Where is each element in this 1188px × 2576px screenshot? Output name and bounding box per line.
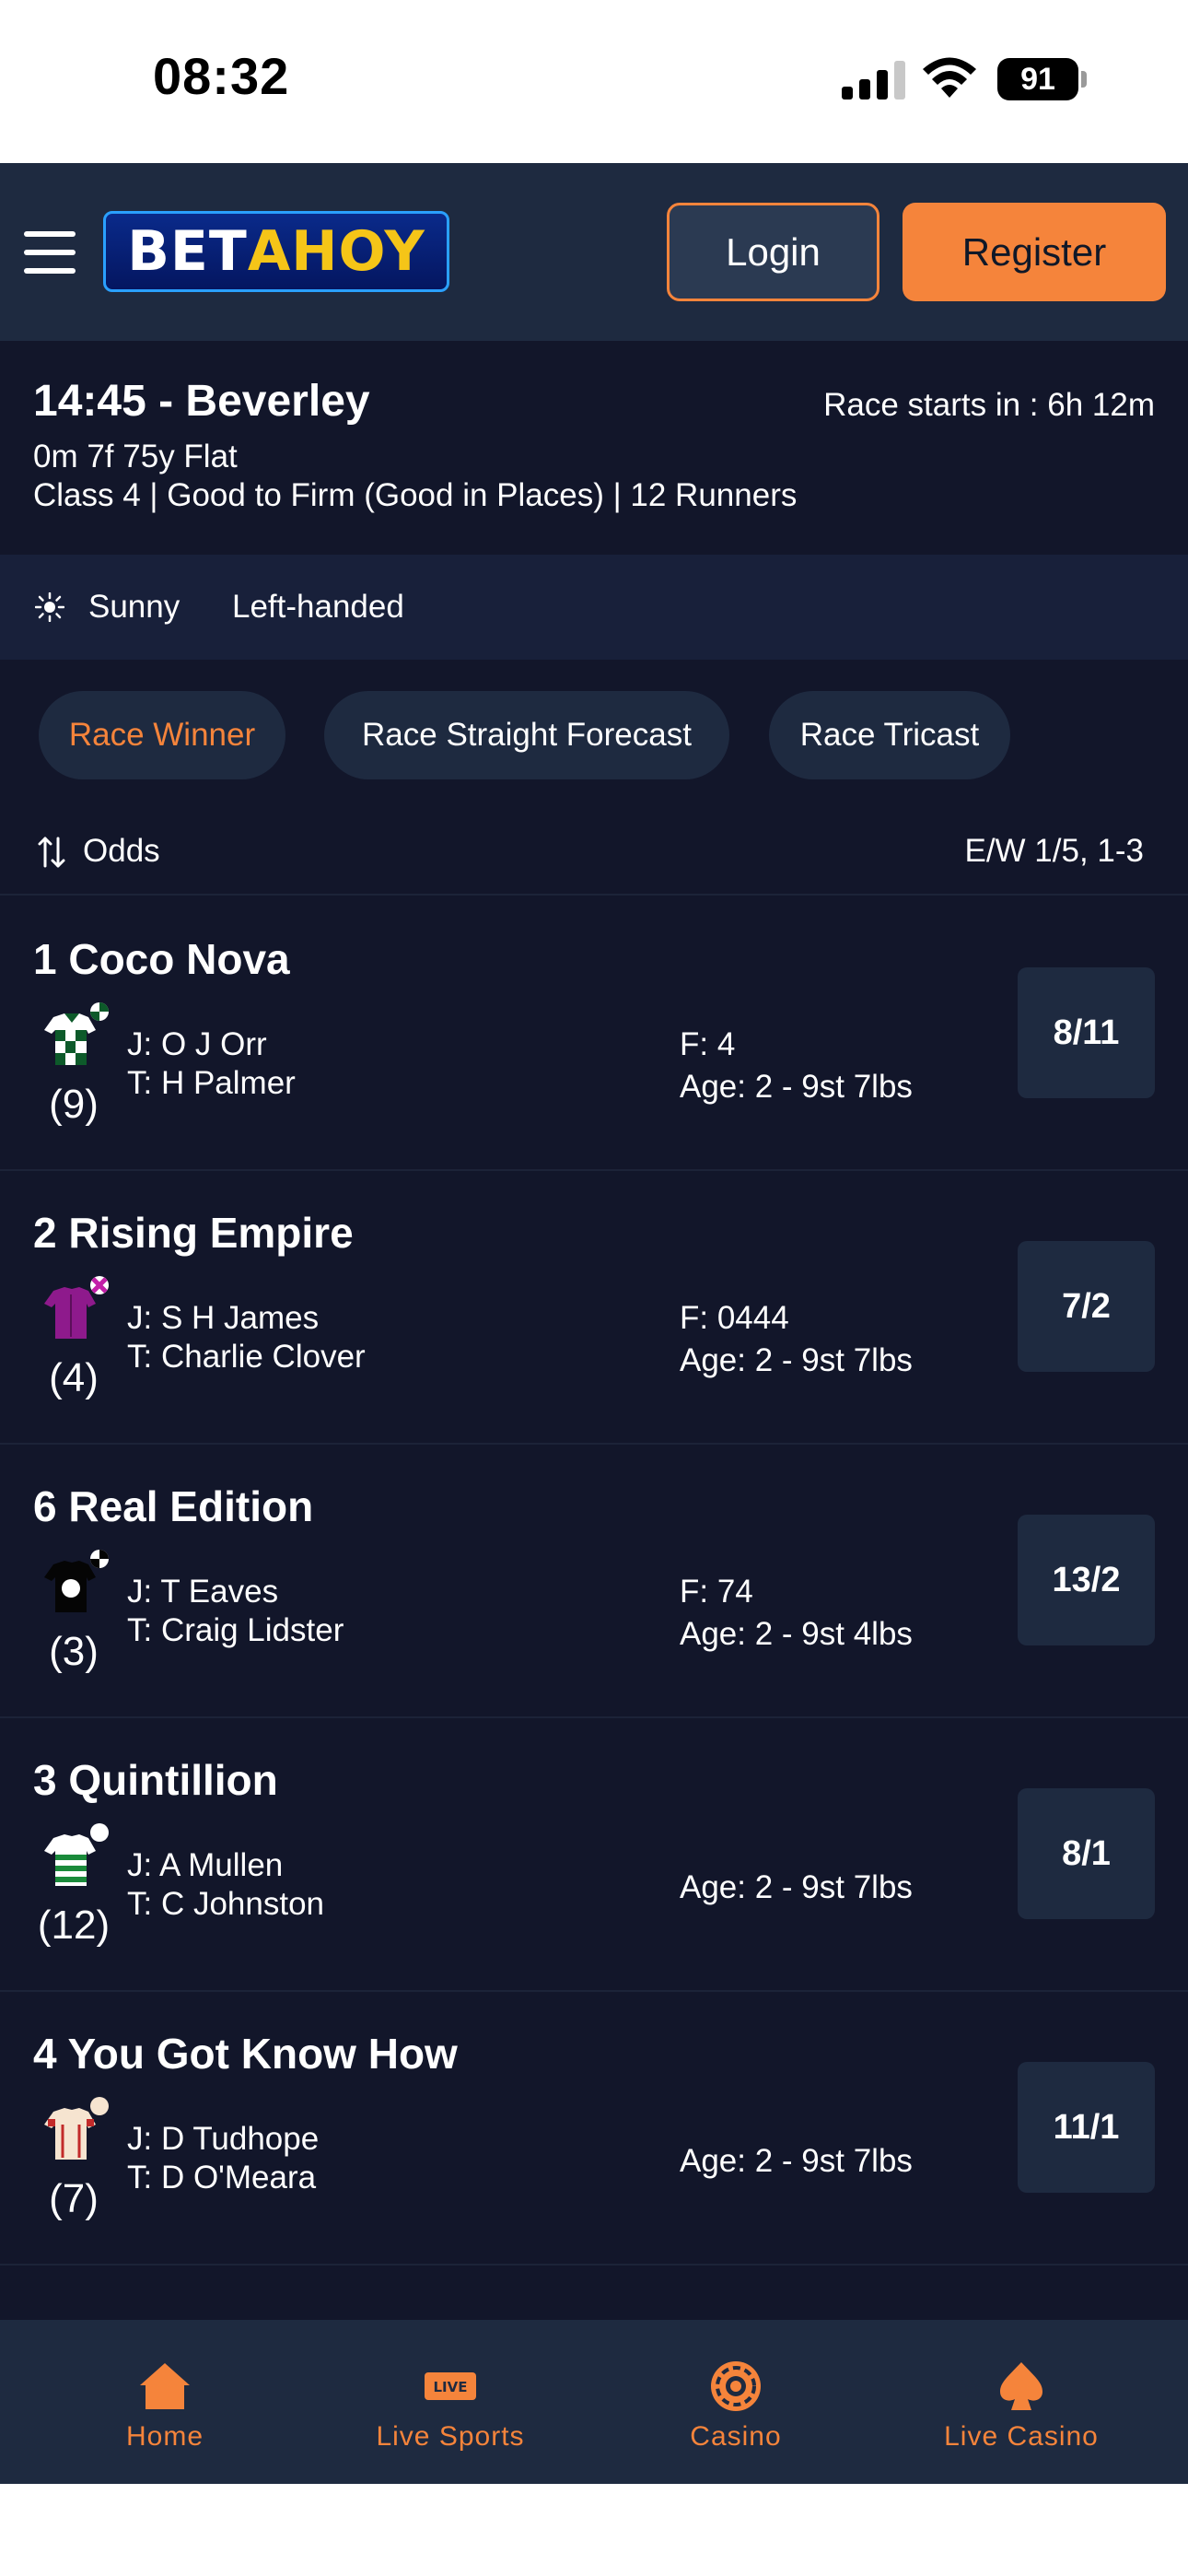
jockey-silk-icon [44, 1276, 109, 1339]
runner-row: 3 Quintillion (12) J: A Mullen T: C John… [0, 1718, 1188, 1992]
market-tabs: Race Winner Race Straight Forecast Race … [0, 660, 1188, 807]
wifi-icon [923, 57, 976, 98]
runner-age-weight: Age: 2 - 9st 7lbs [680, 1869, 913, 1905]
race-distance: 0m 7f 75y Flat [33, 439, 238, 474]
odds-button[interactable]: 8/11 [1018, 967, 1155, 1098]
jockey-silk-icon [44, 1002, 109, 1065]
nav-live-sports[interactable]: LIVE Live Sports [358, 2320, 542, 2484]
track-direction: Left-handed [232, 589, 404, 625]
app-header: BET AHOY Login Register [0, 163, 1188, 341]
sort-icon[interactable] [37, 835, 66, 870]
tab-race-straight-forecast[interactable]: Race Straight Forecast [324, 691, 729, 779]
bottom-navigation: Home LIVE Live Sports Casino Live Casino [0, 2320, 1188, 2484]
draw-number: (3) [49, 1629, 99, 1674]
jockey-name: J: T Eaves [127, 1574, 279, 1610]
signal-icon [842, 61, 905, 100]
runner-name: 3 Quintillion [33, 1756, 278, 1804]
sun-icon [35, 592, 64, 622]
runner-row: 6 Real Edition (3) J: T Eaves T: Craig L… [0, 1445, 1188, 1718]
draw-number: (7) [49, 2176, 99, 2221]
menu-icon[interactable] [24, 231, 76, 274]
spade-icon [989, 2359, 1054, 2414]
trainer-name: T: Craig Lidster [127, 1612, 344, 1648]
betahoy-logo[interactable]: BET AHOY [103, 211, 449, 292]
jockey-name: J: S H James [127, 1300, 320, 1336]
nav-label: Live Sports [376, 2421, 525, 2452]
nav-label: Live Casino [944, 2421, 1099, 2452]
odds-sort-bar: Odds E/W 1/5, 1-3 [0, 807, 1188, 896]
race-details: Class 4 | Good to Firm (Good in Places) … [33, 477, 798, 513]
runner-name: 4 You Got Know How [33, 2030, 458, 2078]
nav-casino[interactable]: Casino [662, 2320, 809, 2484]
trainer-name: T: D O'Meara [127, 2160, 317, 2195]
runner-name: 6 Real Edition [33, 1482, 314, 1530]
jockey-name: J: O J Orr [127, 1026, 267, 1062]
odds-button[interactable]: 8/1 [1018, 1788, 1155, 1919]
nav-label: Home [125, 2421, 204, 2452]
login-button[interactable]: Login [667, 203, 879, 301]
jockey-name: J: A Mullen [127, 1847, 284, 1883]
runner-row: 2 Rising Empire (4) J: S H James T: Char… [0, 1171, 1188, 1445]
home-icon [133, 2359, 197, 2414]
nav-home[interactable]: Home [91, 2320, 239, 2484]
register-button[interactable]: Register [903, 203, 1166, 301]
runner-row: 4 You Got Know How (7) J: D Tudhope T: D… [0, 1992, 1188, 2266]
svg-text:LIVE: LIVE [434, 2379, 468, 2395]
draw-number: (12) [37, 1903, 111, 1948]
runner-form: F: 4 [680, 1026, 736, 1062]
battery-icon: 91 [997, 58, 1087, 100]
trainer-name: T: H Palmer [127, 1065, 296, 1101]
race-conditions: Sunny Left-handed [0, 555, 1188, 660]
race-info: 14:45 - Beverley Race starts in : 6h 12m… [0, 341, 1188, 555]
runner-form: F: 74 [680, 1574, 753, 1610]
sort-by-odds-button[interactable]: Odds [83, 833, 160, 870]
trainer-name: T: Charlie Clover [127, 1339, 366, 1375]
draw-number: (4) [49, 1355, 99, 1400]
runner-age-weight: Age: 2 - 9st 4lbs [680, 1616, 913, 1652]
runner-name: 2 Rising Empire [33, 1209, 354, 1257]
jockey-silk-icon [44, 2097, 109, 2160]
casino-chip-icon [704, 2359, 768, 2414]
runner-age-weight: Age: 2 - 9st 7lbs [680, 1069, 913, 1105]
battery-level: 91 [997, 58, 1078, 100]
each-way-terms: E/W 1/5, 1-3 [964, 833, 1144, 869]
nav-live-casino[interactable]: Live Casino [938, 2320, 1104, 2484]
odds-button[interactable]: 7/2 [1018, 1241, 1155, 1372]
runner-age-weight: Age: 2 - 9st 7lbs [680, 1342, 913, 1378]
nav-label: Casino [690, 2421, 782, 2452]
tab-race-tricast[interactable]: Race Tricast [769, 691, 1010, 779]
runner-list: 1 Coco Nova (9) J: O J Orr T: H Palmer F… [0, 897, 1188, 2320]
jockey-silk-icon [44, 1823, 109, 1886]
tab-race-winner[interactable]: Race Winner [39, 691, 285, 779]
odds-button[interactable]: 11/1 [1018, 2062, 1155, 2193]
live-icon: LIVE [418, 2359, 483, 2414]
runner-form: F: 0444 [680, 1300, 789, 1336]
home-indicator-area [0, 2484, 1188, 2576]
runner-age-weight: Age: 2 - 9st 7lbs [680, 2143, 913, 2179]
race-title: 14:45 - Beverley [33, 377, 370, 426]
runner-row: 1 Coco Nova (9) J: O J Orr T: H Palmer F… [0, 897, 1188, 1171]
jockey-silk-icon [44, 1550, 109, 1612]
race-countdown: Race starts in : 6h 12m [823, 387, 1155, 423]
trainer-name: T: C Johnston [127, 1886, 324, 1922]
runner-name: 1 Coco Nova [33, 935, 290, 983]
status-time: 08:32 [153, 47, 290, 105]
jockey-name: J: D Tudhope [127, 2121, 320, 2157]
odds-button[interactable]: 13/2 [1018, 1515, 1155, 1645]
weather-label: Sunny [88, 589, 181, 625]
draw-number: (9) [49, 1082, 99, 1127]
status-bar: 08:32 91 [0, 0, 1188, 163]
